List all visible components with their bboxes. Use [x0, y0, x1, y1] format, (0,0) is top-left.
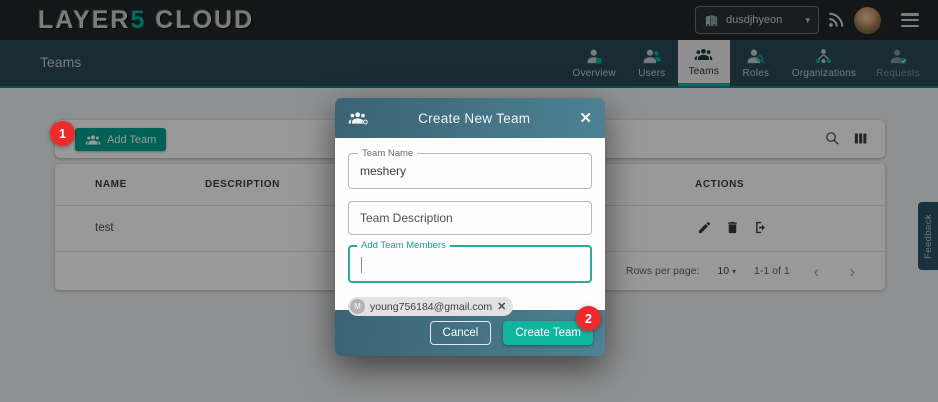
team-name-field[interactable]: Team Name [348, 153, 592, 189]
modal-footer: Cancel Create Team [335, 310, 605, 356]
team-description-input[interactable] [349, 202, 591, 234]
close-icon[interactable]: ✕ [579, 111, 592, 126]
annotation-badge-1: 1 [50, 121, 75, 146]
team-name-label: Team Name [358, 148, 417, 159]
create-team-modal: Create New Team ✕ Team Name Add Team Mem… [335, 98, 605, 356]
modal-title: Create New Team [369, 111, 579, 126]
team-name-input[interactable] [349, 154, 591, 188]
add-team-members-label: Add Team Members [357, 240, 450, 251]
cancel-button[interactable]: Cancel [430, 321, 492, 345]
page-root: LAYER5 CLOUD dusdjhyeon ▾ Teams [0, 0, 938, 402]
modal-body: Team Name Add Team Members M young756184… [335, 138, 605, 310]
modal-header: Create New Team ✕ [335, 98, 605, 138]
team-description-field[interactable] [348, 201, 592, 235]
annotation-badge-2: 2 [576, 306, 601, 331]
text-cursor [361, 257, 362, 273]
chip-avatar: M [350, 299, 365, 314]
add-team-members-field[interactable]: Add Team Members [348, 245, 592, 283]
chip-delete-icon[interactable]: ✕ [497, 300, 506, 313]
chip-email: young756184@gmail.com [370, 301, 492, 313]
group-add-icon [348, 110, 369, 126]
member-email-chip: M young756184@gmail.com ✕ [348, 297, 513, 316]
